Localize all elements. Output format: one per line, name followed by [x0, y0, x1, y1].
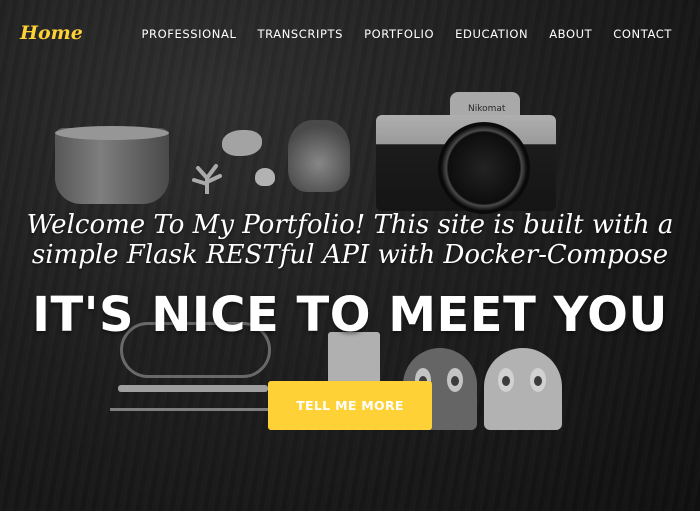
- nav-link-professional[interactable]: PROFESSIONAL: [142, 27, 237, 41]
- nav-links: PROFESSIONAL TRANSCRIPTS PORTFOLIO EDUCA…: [142, 27, 673, 41]
- nav-link-transcripts[interactable]: TRANSCRIPTS: [257, 27, 343, 41]
- nav-link-education[interactable]: EDUCATION: [455, 27, 528, 41]
- nav-link-about[interactable]: ABOUT: [549, 27, 592, 41]
- nav-link-contact[interactable]: CONTACT: [613, 27, 672, 41]
- hero-lead-text: Welcome To My Portfolio! This site is bu…: [26, 210, 674, 270]
- nav-link-portfolio[interactable]: PORTFOLIO: [364, 27, 434, 41]
- tell-me-more-button[interactable]: TELL ME MORE: [268, 381, 432, 430]
- navbar: Home PROFESSIONAL TRANSCRIPTS PORTFOLIO …: [0, 0, 700, 70]
- hero-heading: IT'S NICE TO MEET YOU: [32, 287, 668, 343]
- brand-home-link[interactable]: Home: [20, 22, 83, 44]
